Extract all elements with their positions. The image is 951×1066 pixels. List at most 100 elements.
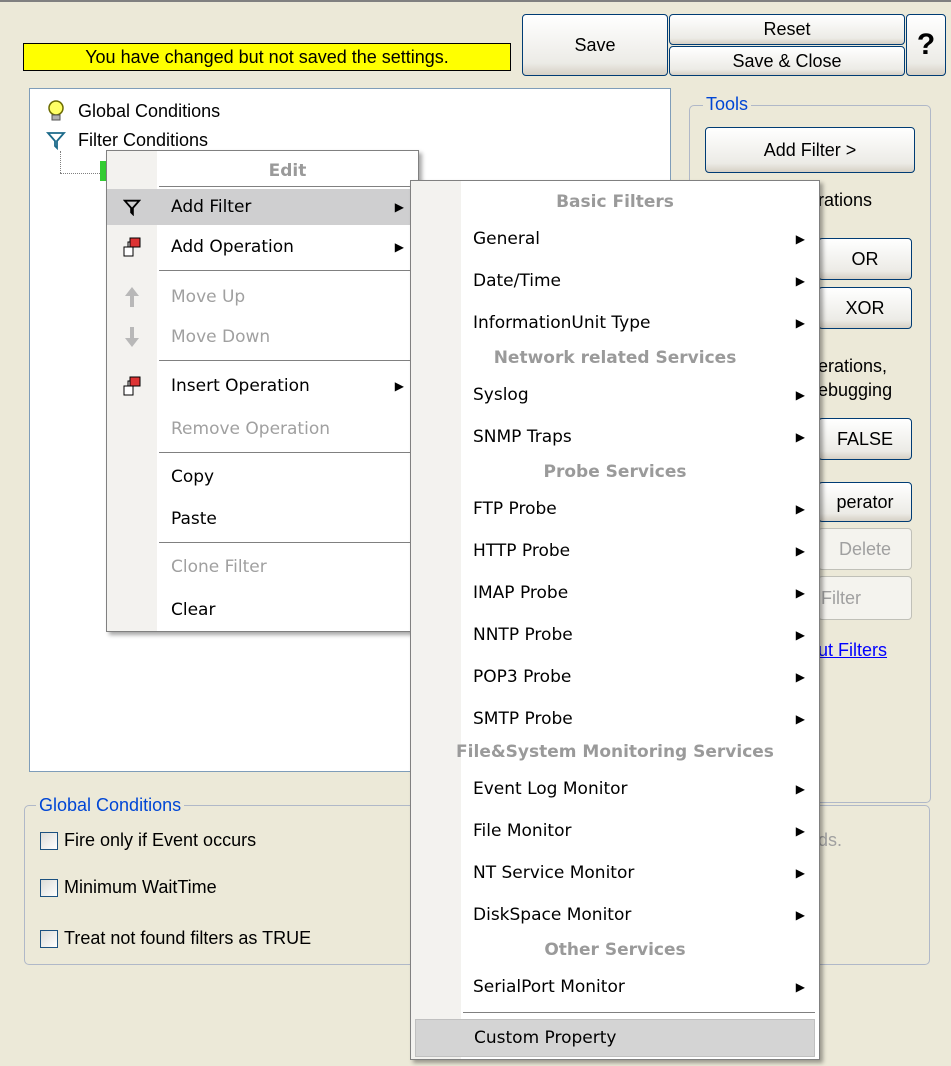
menu-header-file-system-services: File&System Monitoring Services (456, 742, 774, 762)
submenu-arrow-icon: ▶ (394, 379, 404, 393)
menu-item-syslog[interactable]: Syslog ▶ (411, 375, 819, 415)
menu-separator (159, 186, 414, 187)
menu-item-http-probe[interactable]: HTTP Probe ▶ (411, 531, 819, 571)
or-button[interactable]: OR (818, 238, 912, 280)
tree-label: Global Conditions (78, 100, 221, 121)
submenu-arrow-icon: ▶ (394, 240, 404, 254)
menu-item-smtp-probe[interactable]: SMTP Probe ▶ (411, 699, 819, 739)
save-close-button[interactable]: Save & Close (669, 46, 905, 76)
checkbox-label: Minimum WaitTime (64, 877, 217, 897)
tree-line (60, 151, 62, 173)
submenu-arrow-icon: ▶ (795, 670, 805, 684)
global-conditions-label: Global Conditions (36, 795, 185, 816)
submenu-arrow-icon: ▶ (795, 388, 805, 402)
checkbox-box[interactable] (40, 929, 58, 948)
submenu-arrow-icon: ▶ (795, 316, 805, 330)
checkbox-box[interactable] (40, 878, 58, 897)
checkbox-label: Treat not found filters as TRUE (64, 928, 312, 948)
menu-item-insert-operation[interactable]: Insert Operation ▶ (107, 368, 418, 404)
menu-item-ftp-probe[interactable]: FTP Probe ▶ (411, 489, 819, 529)
menu-separator (159, 452, 414, 453)
operations-text: rations (818, 190, 873, 210)
operator-button[interactable]: perator (818, 482, 912, 522)
menu-item-copy[interactable]: Copy (107, 459, 418, 495)
reset-button[interactable]: Reset (669, 14, 905, 45)
submenu-arrow-icon: ▶ (795, 502, 805, 516)
checkbox-label: Fire only if Event occurs (64, 830, 257, 850)
menu-item-diskspace-monitor[interactable]: DiskSpace Monitor ▶ (411, 895, 819, 935)
up-arrow-icon (119, 284, 145, 310)
menu-separator (159, 270, 414, 271)
tree-line (60, 173, 100, 175)
delete-button[interactable]: Delete (818, 528, 912, 570)
add-filter-submenu: Basic Filters General ▶ Date/Time ▶ Info… (410, 180, 820, 1060)
menu-item-move-up[interactable]: Move Up (107, 279, 418, 315)
submenu-arrow-icon: ▶ (795, 712, 805, 726)
menu-item-date-time[interactable]: Date/Time ▶ (411, 261, 819, 301)
menu-header-network-services: Network related Services (493, 348, 737, 368)
submenu-arrow-icon: ▶ (795, 274, 805, 288)
down-arrow-icon (119, 324, 145, 350)
submenu-arrow-icon: ▶ (795, 430, 805, 444)
menu-item-pop3-probe[interactable]: POP3 Probe ▶ (411, 657, 819, 697)
edit-context-menu: Edit Add Filter ▶ Add Operation ▶ Move U… (106, 150, 419, 632)
submenu-arrow-icon: ▶ (795, 544, 805, 558)
xor-button[interactable]: XOR (818, 287, 912, 329)
menu-item-clear[interactable]: Clear (107, 592, 418, 628)
menu-item-file-monitor[interactable]: File Monitor ▶ (411, 811, 819, 851)
filter-icon (44, 129, 68, 151)
filter-button[interactable]: Filter (818, 576, 912, 620)
menu-item-paste[interactable]: Paste (107, 501, 418, 537)
submenu-arrow-icon: ▶ (795, 232, 805, 246)
submenu-arrow-icon: ▶ (795, 824, 805, 838)
minimum-waittime-checkbox[interactable]: Minimum WaitTime (40, 877, 217, 898)
menu-header-edit: Edit (268, 161, 307, 181)
operation-icon (119, 373, 145, 399)
unsaved-warning: You have changed but not saved the setti… (23, 43, 511, 71)
menu-item-move-down[interactable]: Move Down (107, 319, 418, 355)
add-filter-button[interactable]: Add Filter > (705, 127, 915, 173)
menu-item-general[interactable]: General ▶ (411, 219, 819, 259)
menu-header-basic-filters: Basic Filters (556, 192, 674, 212)
top-border (0, 0, 951, 2)
false-button[interactable]: FALSE (818, 418, 912, 460)
help-button[interactable]: ? (906, 14, 946, 76)
tools-label: Tools (703, 94, 752, 115)
menu-item-informationunit-type[interactable]: InformationUnit Type ▶ (411, 303, 819, 343)
menu-item-custom-property[interactable]: Custom Property (415, 1019, 815, 1057)
tree-item-filter-conditions[interactable]: Filter Conditions (44, 129, 208, 151)
menu-item-clone-filter[interactable]: Clone Filter (107, 549, 418, 585)
submenu-arrow-icon: ▶ (795, 782, 805, 796)
menu-item-serialport-monitor[interactable]: SerialPort Monitor ▶ (411, 967, 819, 1007)
submenu-arrow-icon: ▶ (394, 200, 404, 214)
tree-item-global-conditions[interactable]: Global Conditions (44, 99, 220, 123)
menu-separator (159, 360, 414, 361)
operation-icon (119, 234, 145, 260)
debugging-text: ebugging (818, 380, 893, 400)
menu-header-other-services: Other Services (544, 940, 686, 960)
fire-only-checkbox[interactable]: Fire only if Event occurs (40, 830, 256, 851)
tree-label: Filter Conditions (78, 129, 209, 150)
menu-item-event-log-monitor[interactable]: Event Log Monitor ▶ (411, 769, 819, 809)
filters-link[interactable]: ut Filters (818, 640, 887, 661)
menu-item-add-operation[interactable]: Add Operation ▶ (107, 229, 418, 265)
menu-separator (463, 1012, 815, 1013)
seconds-text: ds. (818, 830, 843, 850)
menu-item-remove-operation[interactable]: Remove Operation (107, 411, 418, 447)
menu-item-imap-probe[interactable]: IMAP Probe ▶ (411, 573, 819, 613)
filter-icon (119, 194, 145, 220)
menu-item-add-filter[interactable]: Add Filter ▶ (107, 189, 418, 225)
treat-not-found-checkbox[interactable]: Treat not found filters as TRUE (40, 928, 311, 949)
submenu-arrow-icon: ▶ (795, 980, 805, 994)
menu-header-probe-services: Probe Services (543, 462, 687, 482)
submenu-arrow-icon: ▶ (795, 908, 805, 922)
submenu-arrow-icon: ▶ (795, 866, 805, 880)
operations-text-2: erations, (818, 356, 888, 376)
menu-item-snmp-traps[interactable]: SNMP Traps ▶ (411, 417, 819, 457)
submenu-arrow-icon: ▶ (795, 628, 805, 642)
save-button[interactable]: Save (522, 14, 668, 76)
menu-separator (159, 542, 414, 543)
menu-item-nntp-probe[interactable]: NNTP Probe ▶ (411, 615, 819, 655)
menu-item-nt-service-monitor[interactable]: NT Service Monitor ▶ (411, 853, 819, 893)
checkbox-box[interactable] (40, 831, 58, 850)
